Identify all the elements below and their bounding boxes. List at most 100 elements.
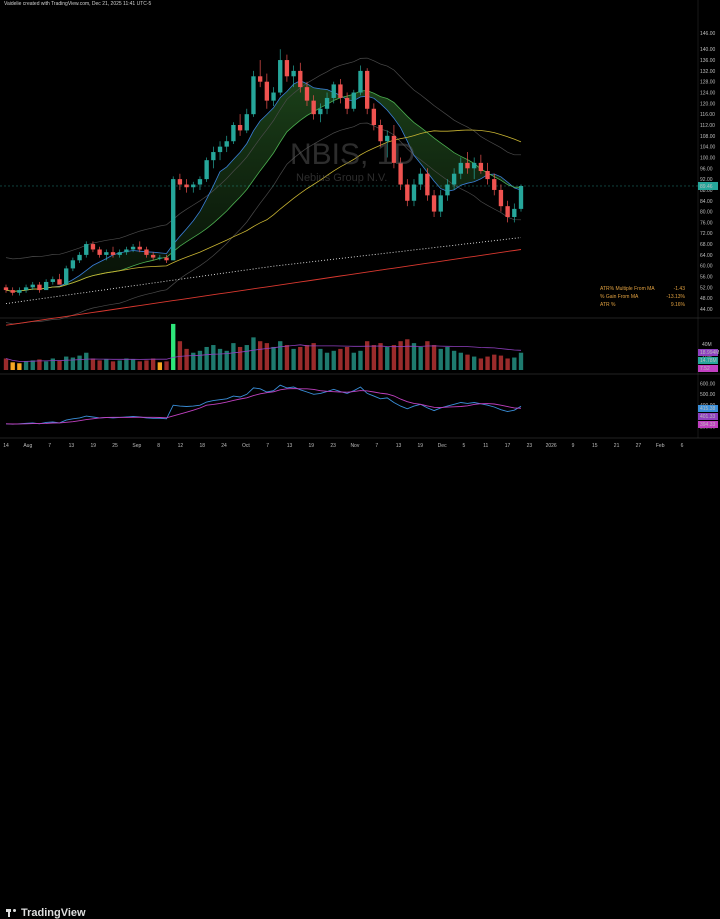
time-tick-label: 2026 [546,443,557,449]
price-tick-label: 108.00 [700,134,716,140]
candle [251,70,256,117]
time-tick-label: 18 [199,443,205,449]
candle-body [244,114,249,131]
candle-body [324,97,330,109]
osc-badge-label: 401.33 [700,414,716,420]
candle [97,246,102,258]
candle-body [90,244,96,250]
osc-tick-label: 500.00 [700,392,716,398]
candle-body [431,195,437,212]
candle-body [70,260,76,269]
volume-bar [257,341,263,370]
candle-body [505,206,510,217]
price-tick-label: 68.00 [700,242,713,248]
time-tick-label: Dec [438,443,447,449]
volume-bar [144,360,149,370]
volume-bar [291,348,296,370]
candle-body [271,92,276,101]
volume-bar [17,363,22,370]
volume-bar [498,355,504,370]
volume-bar [264,343,270,370]
volume-bar [438,348,443,370]
candle-body [144,249,149,255]
candle [191,181,196,193]
candle-body [512,208,517,217]
atr-row: ATR% Multiple From MA -1.43 [600,285,685,293]
candle-body [84,244,89,255]
time-tick-label: Aug [23,443,32,449]
atr-value: -1.43 [673,286,685,292]
candle [438,189,443,217]
candle-body [217,146,223,153]
candle-body [405,184,410,201]
volume-bar [512,357,517,370]
price-tick-label: 80.00 [700,210,713,216]
volume-bar [84,352,89,370]
volume-bar [90,358,96,370]
candle-body [445,184,450,196]
candle [271,87,276,107]
tradingview-logo[interactable]: TradingView [6,907,86,919]
volume-bar [425,341,430,370]
time-tick-label: 9 [572,443,575,449]
candle-body [150,254,156,258]
candle-body [57,279,62,285]
price-tick-label: 104.00 [700,145,716,151]
volume-bar [324,352,330,370]
volume-bar [104,359,109,370]
volume-bar [411,343,417,370]
candle [64,265,69,285]
time-tick-label: 6 [681,443,684,449]
volume-bar [505,358,510,370]
candle [431,189,437,217]
candle-body [157,257,163,259]
candle-body [43,281,49,291]
volume-bar [358,350,363,370]
candle [284,54,290,82]
volume-bar [418,346,423,370]
time-tick-label: 19 [309,443,315,449]
price-badge-label: 89.46 [700,184,713,190]
candle [217,141,223,161]
candle [3,284,9,293]
candle [204,157,209,182]
time-tick-label: 5 [463,443,466,449]
candle-body [23,287,29,291]
candle-body [351,92,356,109]
time-tick-label: 13 [396,443,402,449]
candle [70,257,76,272]
candle-body [237,125,243,131]
candle [84,241,89,258]
price-tick-label: 132.00 [700,69,716,75]
candle [478,154,484,174]
candle-body [130,246,136,250]
time-tick-label: 27 [636,443,642,449]
osc-tick-label: 600.00 [700,381,716,387]
volume-bar [64,356,69,370]
time-tick-label: Sep [132,443,141,449]
time-tick-label: 7 [266,443,269,449]
candle-body [278,60,283,93]
candle-body [30,284,35,288]
candle-body [458,162,463,174]
volume-bar [23,361,29,370]
volume-bar [164,361,169,370]
candle-body [438,195,443,212]
candle [231,122,236,144]
volume-bar [472,356,477,370]
candle [485,162,490,185]
stock-chart[interactable]: 146.00 140.00 136.00 132.00 128.00 124.00 120.… [0,0,720,452]
candle-body [137,246,142,250]
candle [278,49,283,96]
volume-bar [465,354,470,370]
candle-body [451,173,457,185]
volume-bar [177,341,183,370]
candle-body [64,268,69,285]
candle [43,279,49,291]
price-tick-label: 140.00 [700,47,716,53]
time-tick-label: 17 [505,443,511,449]
candle-body [371,108,377,125]
volume-bar [304,345,310,370]
atr-value: 9.16% [670,302,685,308]
atr-value: -13.13% [666,294,685,300]
